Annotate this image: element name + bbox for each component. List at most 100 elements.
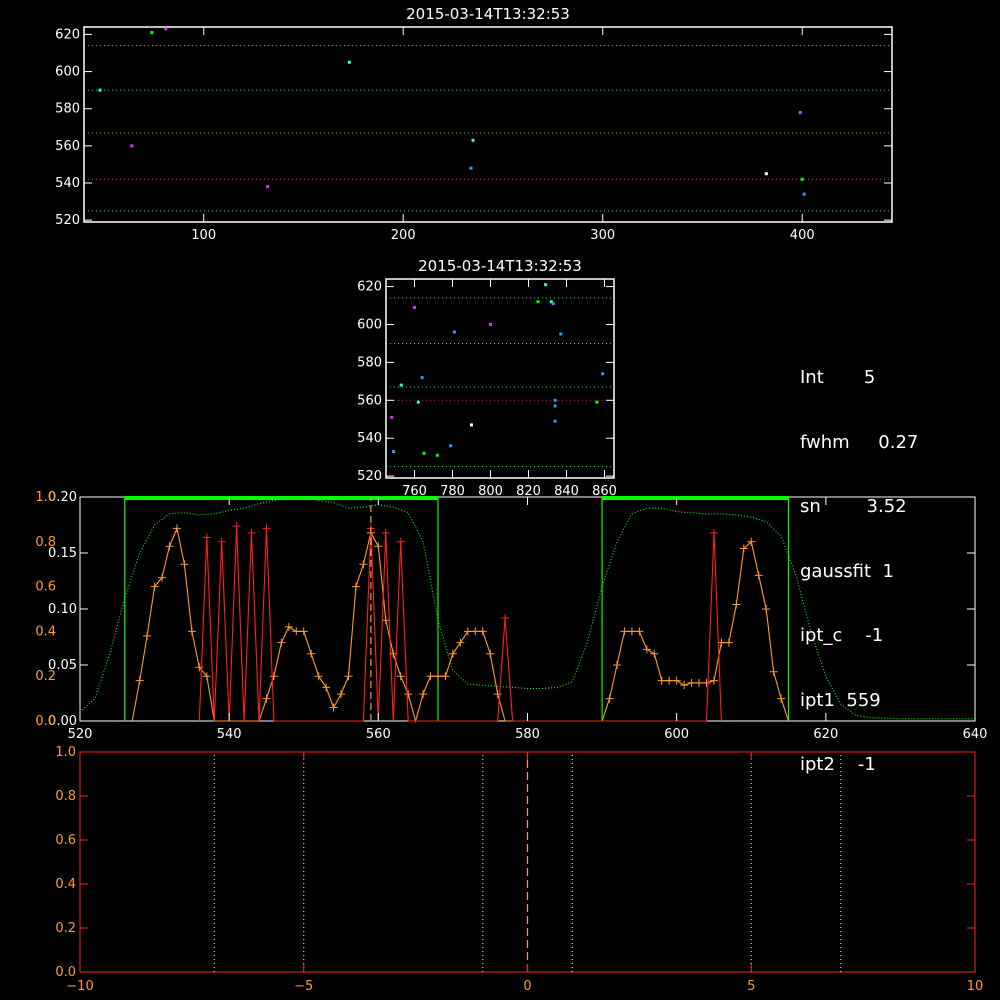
info-line-int: Int 5 bbox=[800, 367, 876, 388]
y-tick-label-red: 1.0 bbox=[35, 490, 56, 505]
series-marker-orange bbox=[486, 649, 495, 658]
y-tick-label: 560 bbox=[55, 139, 80, 154]
series-marker-orange bbox=[471, 627, 480, 636]
series-marker-orange bbox=[448, 649, 457, 658]
series-marker-orange bbox=[322, 683, 331, 692]
series-marker-orange bbox=[344, 672, 353, 681]
series-marker-orange bbox=[441, 672, 450, 681]
series-marker-orange bbox=[165, 542, 174, 551]
y-tick-label: 520 bbox=[55, 213, 80, 228]
y-tick-label: 580 bbox=[357, 355, 382, 370]
x-tick-label: 300 bbox=[590, 228, 615, 243]
series-marker-red bbox=[247, 528, 256, 537]
series-marker-orange bbox=[434, 672, 442, 681]
series-marker-orange bbox=[404, 690, 413, 699]
data-point bbox=[435, 453, 439, 457]
series-marker-orange bbox=[143, 631, 152, 640]
x-tick-label: 560 bbox=[366, 727, 391, 742]
series-marker-orange bbox=[754, 571, 763, 580]
data-point bbox=[536, 300, 540, 304]
data-point bbox=[390, 415, 394, 419]
y-tick-label: 520 bbox=[357, 469, 382, 484]
series-marker-orange bbox=[613, 661, 621, 669]
data-point bbox=[130, 144, 134, 148]
series-marker-orange bbox=[769, 667, 778, 676]
y-tick-label-red: 0.0 bbox=[35, 714, 56, 729]
info-line-sn: sn 3.52 bbox=[800, 496, 907, 517]
x-tick-label: 100 bbox=[191, 228, 216, 243]
series-marker-orange bbox=[381, 616, 390, 625]
data-point bbox=[98, 88, 102, 92]
series-marker-orange bbox=[307, 649, 316, 658]
series-marker-orange bbox=[702, 678, 711, 687]
plot-frame bbox=[83, 26, 893, 223]
y-tick-label: 620 bbox=[55, 27, 80, 42]
data-point bbox=[798, 110, 802, 114]
y-tick-label: 560 bbox=[357, 393, 382, 408]
x-tick-label: 10 bbox=[967, 979, 984, 994]
series-marker-orange bbox=[665, 676, 674, 685]
y-tick-label: 600 bbox=[357, 317, 382, 332]
data-point bbox=[469, 166, 473, 170]
data-point bbox=[553, 398, 557, 402]
data-point bbox=[544, 283, 548, 287]
series-marker-orange bbox=[695, 678, 704, 687]
x-tick-label: 200 bbox=[391, 228, 416, 243]
data-point bbox=[266, 185, 270, 189]
data-point bbox=[413, 305, 416, 309]
y-tick-label: 0.4 bbox=[55, 877, 76, 892]
data-point bbox=[601, 372, 605, 376]
series-marker-orange bbox=[277, 638, 286, 647]
series-marker-red bbox=[202, 533, 211, 542]
series-marker-orange bbox=[187, 627, 196, 636]
y-tick-label: 540 bbox=[55, 176, 80, 191]
data-point bbox=[489, 322, 492, 326]
data-point bbox=[347, 60, 351, 64]
chart-title: 2015-03-14T13:32:53 bbox=[418, 257, 582, 275]
y-tick-label: 1.0 bbox=[55, 745, 76, 760]
data-point bbox=[420, 376, 424, 380]
x-tick-label: 640 bbox=[963, 727, 988, 742]
info-line-ipt2: ipt2 -1 bbox=[800, 754, 876, 775]
series-marker-red bbox=[381, 528, 390, 537]
x-tick-label: 400 bbox=[790, 228, 815, 243]
info-line-ipt1: ipt1 559 bbox=[800, 689, 881, 711]
series-marker-orange bbox=[657, 676, 666, 685]
plot-frame bbox=[385, 278, 615, 479]
x-tick-label: 5 bbox=[747, 979, 755, 994]
data-point bbox=[452, 330, 456, 334]
data-point bbox=[392, 449, 396, 453]
series-marker-orange bbox=[642, 645, 651, 654]
data-point bbox=[764, 172, 768, 176]
series-line-red bbox=[198, 526, 722, 722]
series-marker-orange bbox=[180, 560, 189, 569]
scatter-panel-2: 760 780 800 820 840 8605205405605806006202015… bbox=[357, 257, 617, 499]
series-marker-orange bbox=[463, 627, 472, 636]
y-tick-label: 600 bbox=[55, 65, 80, 80]
y-tick-label: 0.8 bbox=[55, 789, 76, 804]
series-marker-orange bbox=[351, 582, 360, 591]
series-marker-red bbox=[217, 537, 226, 546]
y-tick-label: 0.10 bbox=[48, 602, 77, 617]
series-marker-orange bbox=[262, 694, 271, 703]
x-tick-label: 540 bbox=[217, 727, 242, 742]
data-point bbox=[553, 419, 557, 423]
x-tick-label: −10 bbox=[66, 979, 93, 994]
series-marker-orange bbox=[762, 605, 771, 613]
y-tick-label: 0.2 bbox=[55, 921, 76, 936]
series-marker-orange bbox=[374, 542, 383, 551]
series-marker-orange bbox=[314, 672, 323, 681]
series-marker-orange bbox=[329, 703, 338, 712]
series-marker-orange bbox=[777, 694, 786, 703]
series-marker-red bbox=[501, 613, 510, 622]
x-tick-label: −5 bbox=[294, 979, 313, 994]
y-tick-label: 580 bbox=[55, 102, 80, 117]
info-line-gaussfit: gaussfit 1 bbox=[800, 560, 894, 582]
series-marker-orange bbox=[419, 690, 428, 699]
x-tick-label: 580 bbox=[515, 727, 540, 742]
series-marker-orange bbox=[680, 681, 689, 690]
x-tick-label: 600 bbox=[664, 727, 689, 742]
series-marker-orange bbox=[396, 672, 405, 681]
series-marker-red bbox=[232, 522, 241, 531]
data-point bbox=[471, 138, 475, 142]
